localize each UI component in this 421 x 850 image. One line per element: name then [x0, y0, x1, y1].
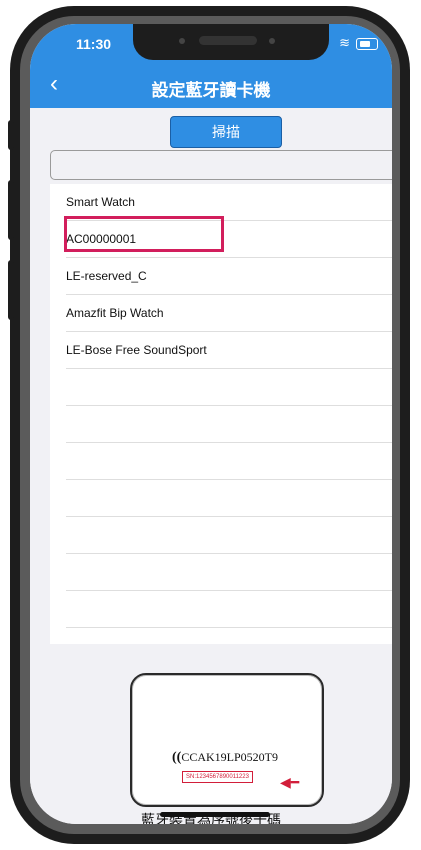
sensor-dot — [179, 38, 185, 44]
device-label: LE-Bose Free SoundSport — [66, 343, 207, 357]
phone-screen: 11:30 ≋ ‹ 設定藍牙讀卡機 掃描 Smart Watch AC00000… — [30, 24, 392, 824]
side-button-mute — [8, 120, 14, 150]
device-label: Smart Watch — [66, 195, 135, 209]
side-button-volume-down — [8, 260, 14, 320]
card-serial: SN:1234567890011223 — [182, 771, 253, 783]
device-list: Smart Watch AC00000001 LE-reserved_C Ama… — [50, 184, 392, 644]
nav-bar: ‹ 設定藍牙讀卡機 — [30, 66, 392, 108]
list-item[interactable]: LE-reserved_C — [66, 258, 392, 295]
page-title: 設定藍牙讀卡機 — [151, 81, 271, 100]
speaker — [199, 36, 257, 45]
device-label: LE-reserved_C — [66, 269, 147, 283]
list-item[interactable]: LE-Bose Free SoundSport — [66, 332, 392, 369]
camera-dot — [269, 38, 275, 44]
home-indicator[interactable] — [160, 812, 270, 817]
status-time: 11:30 — [76, 36, 112, 52]
wifi-icon: ≋ — [339, 35, 350, 50]
card-illustration: ((CCAK19LP0520T9 SN:1234567890011223 ◀━ — [130, 673, 324, 807]
list-item-empty — [66, 443, 392, 480]
battery-icon — [356, 38, 378, 50]
list-item[interactable]: Amazfit Bip Watch — [66, 295, 392, 332]
list-item-empty — [66, 591, 392, 628]
notch — [133, 24, 329, 60]
content-area: 掃描 Smart Watch AC00000001 LE-reserved_C … — [30, 108, 392, 824]
device-label: Amazfit Bip Watch — [66, 306, 164, 320]
card-code: ((CCAK19LP0520T9 — [172, 750, 279, 765]
nfc-icon: (( — [172, 750, 182, 765]
status-bar: 11:30 ≋ — [30, 24, 392, 66]
list-item-empty — [66, 554, 392, 591]
list-item-empty — [66, 406, 392, 443]
arrow-left-icon: ◀━ — [280, 774, 300, 790]
highlight-box — [64, 216, 224, 252]
list-item-empty — [66, 517, 392, 554]
side-button-volume-up — [8, 180, 14, 240]
list-item-empty — [66, 369, 392, 406]
list-item-empty — [66, 480, 392, 517]
device-input[interactable] — [50, 150, 392, 180]
scan-button[interactable]: 掃描 — [170, 116, 282, 148]
